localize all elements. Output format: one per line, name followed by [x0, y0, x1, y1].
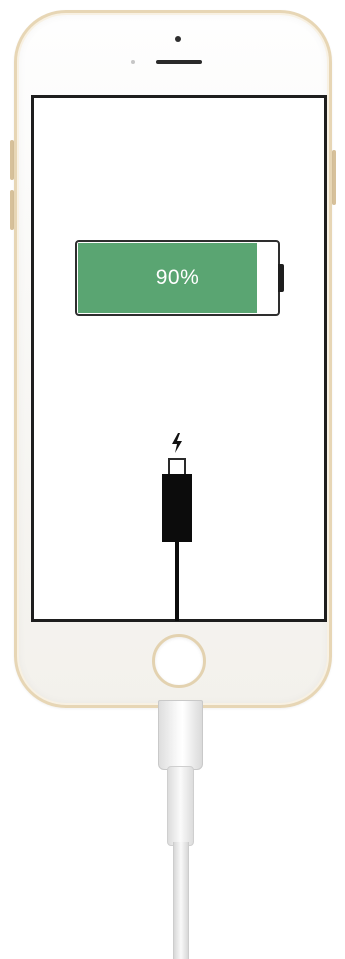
- lightning-plug-icon: [162, 474, 192, 542]
- proximity-sensor-icon: [131, 60, 135, 64]
- lightning-bolt-icon: [172, 433, 182, 453]
- cable-connector: [158, 700, 203, 770]
- earpiece-speaker: [156, 60, 202, 64]
- power-button: [332, 150, 336, 205]
- home-button[interactable]: [152, 634, 206, 688]
- front-camera-icon: [175, 36, 181, 42]
- phone-screen: [31, 95, 327, 622]
- charging-cable: [173, 842, 189, 959]
- battery-percentage: 90%: [155, 266, 200, 289]
- plug-wire-icon: [175, 541, 179, 621]
- cable-strain-relief: [167, 766, 194, 846]
